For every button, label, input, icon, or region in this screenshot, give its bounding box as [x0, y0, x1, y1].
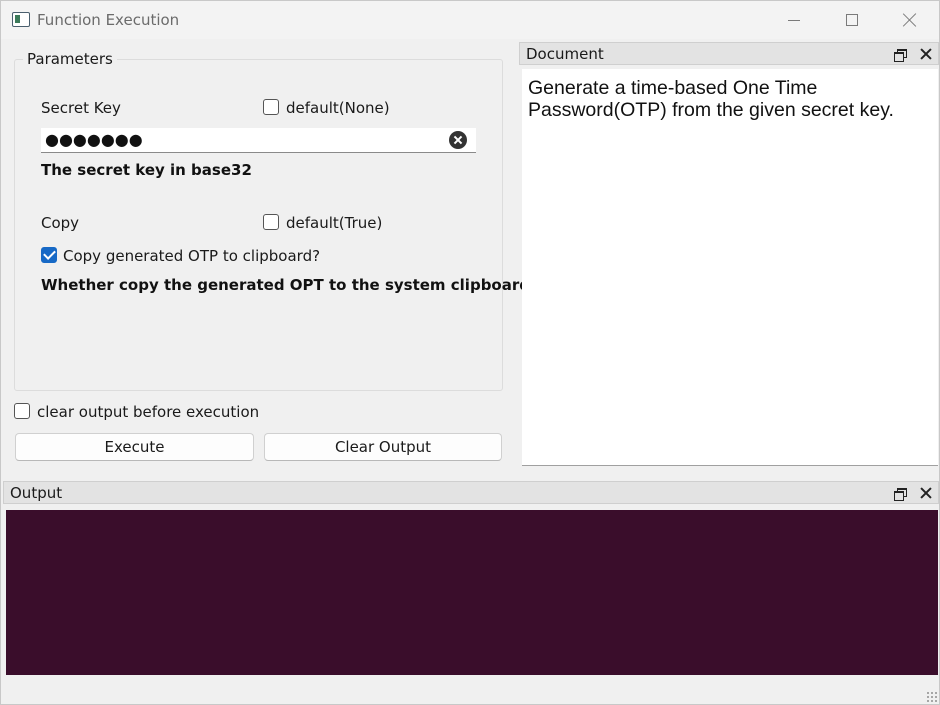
title-bar: Function Execution	[1, 1, 939, 39]
document-dock-title: Document	[526, 45, 604, 63]
output-dock-title: Output	[10, 484, 63, 502]
float-window-icon[interactable]	[894, 488, 907, 501]
clear-input-icon[interactable]	[449, 131, 467, 149]
status-bar	[1, 679, 939, 704]
copy-label: Copy	[41, 214, 80, 232]
minimize-button[interactable]	[765, 1, 823, 39]
resize-grip-icon[interactable]	[926, 691, 938, 703]
close-icon[interactable]	[920, 48, 932, 60]
function-execution-window: Function Execution Parameters Secret Key…	[0, 0, 940, 705]
window-title: Function Execution	[37, 11, 180, 29]
close-icon	[903, 13, 917, 27]
copy-default-label[interactable]: default(True)	[286, 214, 382, 232]
maximize-button[interactable]	[823, 1, 881, 39]
secret-key-default-label[interactable]: default(None)	[286, 99, 390, 117]
maximize-icon	[846, 14, 858, 26]
output-console[interactable]	[6, 510, 938, 675]
clear-output-button[interactable]: Clear Output	[264, 433, 502, 461]
parameters-group-title: Parameters	[23, 50, 117, 68]
close-icon[interactable]	[920, 487, 932, 499]
execute-button[interactable]: Execute	[15, 433, 254, 461]
secret-key-label: Secret Key	[41, 99, 121, 117]
copy-description: Whether copy the generated OPT to the sy…	[41, 276, 530, 294]
document-dock-header[interactable]: Document	[519, 42, 939, 65]
output-dock-header[interactable]: Output	[3, 481, 939, 504]
secret-key-description: The secret key in base32	[41, 161, 252, 179]
copy-otp-label[interactable]: Copy generated OTP to clipboard?	[63, 247, 320, 265]
minimize-icon	[788, 19, 800, 21]
clear-before-execution-label[interactable]: clear output before execution	[37, 403, 259, 421]
document-panel: Generate a time-based One Time Password(…	[522, 69, 938, 466]
float-window-icon[interactable]	[894, 49, 907, 62]
app-icon	[12, 12, 30, 27]
document-text: Generate a time-based One Time Password(…	[528, 77, 894, 121]
copy-otp-checkbox[interactable]	[41, 247, 57, 263]
copy-default-checkbox[interactable]	[263, 214, 279, 230]
secret-key-masked-value: ●●●●●●●	[45, 130, 143, 149]
close-button[interactable]	[881, 1, 939, 39]
secret-key-default-checkbox[interactable]	[263, 99, 279, 115]
secret-key-input[interactable]: ●●●●●●●	[41, 128, 476, 153]
clear-before-execution-checkbox[interactable]	[14, 403, 30, 419]
